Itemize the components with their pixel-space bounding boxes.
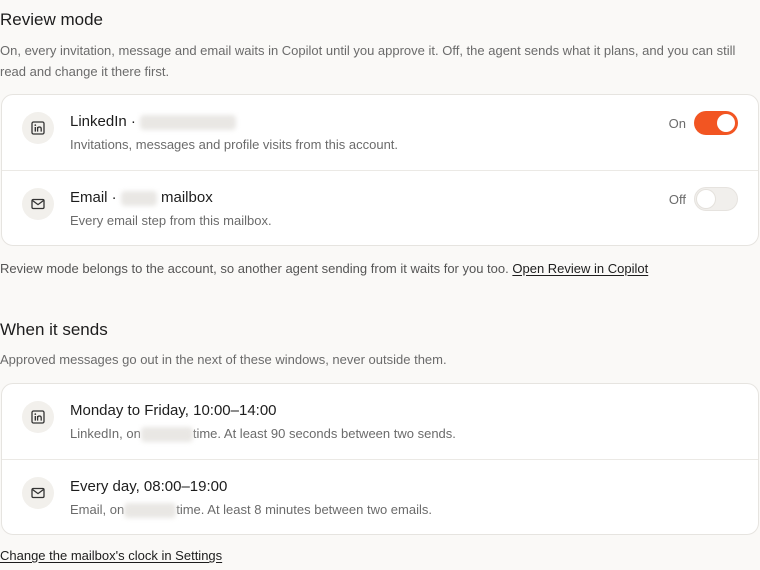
email-title-prefix: Email · — [70, 189, 121, 206]
redacted-mailbox-name — [120, 190, 157, 206]
sending-windows-card: Monday to Friday, 10:00–14:00 LinkedIn, … — [1, 383, 759, 535]
linkedin-window-prefix: LinkedIn, on — [70, 426, 141, 441]
email-window-suffix: time. At least 8 minutes between two ema… — [176, 502, 432, 517]
linkedin-window-suffix: time. At least 90 seconds between two se… — [192, 426, 456, 441]
linkedin-window-title: Monday to Friday, 10:00–14:00 — [70, 402, 277, 419]
linkedin-toggle-state: On — [668, 116, 686, 131]
change-mailbox-clock-link[interactable]: Change the mailbox's clock in Settings — [0, 548, 222, 563]
email-row-description: Every email step from this mailbox. — [70, 213, 272, 228]
review-row-linkedin: LinkedIn · Invitations, messages and pro… — [2, 95, 758, 170]
when-it-sends-title: When it sends — [0, 320, 108, 339]
toggle-knob — [697, 190, 715, 208]
review-note-text: Review mode belongs to the account, so a… — [0, 261, 509, 276]
email-review-toggle[interactable] — [694, 187, 738, 211]
email-toggle-state: Off — [668, 192, 686, 207]
email-window-prefix: Email, on — [70, 502, 125, 517]
sending-row-linkedin: Monday to Friday, 10:00–14:00 LinkedIn, … — [2, 384, 758, 459]
mail-icon — [22, 188, 54, 220]
email-window-title: Every day, 08:00–19:00 — [70, 478, 228, 495]
email-account-title: Email · mailbox — [70, 189, 213, 206]
linkedin-icon — [22, 112, 54, 144]
redacted-timezone — [140, 427, 193, 443]
email-window-description: Email, on time. At least 8 minutes betwee… — [70, 502, 432, 519]
settings-footer: Change the mailbox's clock in Settings — [0, 548, 222, 563]
mail-icon — [22, 477, 54, 509]
review-mode-card: LinkedIn · Invitations, messages and pro… — [1, 94, 759, 246]
when-it-sends-description: Approved messages go out in the next of … — [0, 352, 447, 367]
email-title-suffix: mailbox — [161, 189, 213, 206]
linkedin-row-description: Invitations, messages and profile visits… — [70, 137, 399, 152]
review-mode-description: On, every invitation, message and email … — [0, 43, 736, 79]
linkedin-icon — [22, 401, 54, 433]
review-mode-title: Review mode — [0, 10, 103, 29]
toggle-knob — [717, 114, 735, 132]
linkedin-title-text: LinkedIn · — [70, 113, 141, 130]
review-row-email: Email · mailbox Every email step from th… — [2, 170, 758, 245]
linkedin-review-toggle[interactable] — [694, 111, 738, 135]
linkedin-account-title: LinkedIn · — [70, 113, 237, 130]
linkedin-window-description: LinkedIn, on time. At least 90 seconds be… — [70, 426, 456, 443]
review-mode-note: Review mode belongs to the account, so a… — [0, 261, 648, 276]
redacted-account-name — [140, 114, 237, 130]
redacted-timezone — [124, 503, 177, 519]
open-review-link[interactable]: Open Review in Copilot — [512, 261, 648, 276]
sending-row-email: Every day, 08:00–19:00 Email, on time. At… — [2, 459, 758, 534]
